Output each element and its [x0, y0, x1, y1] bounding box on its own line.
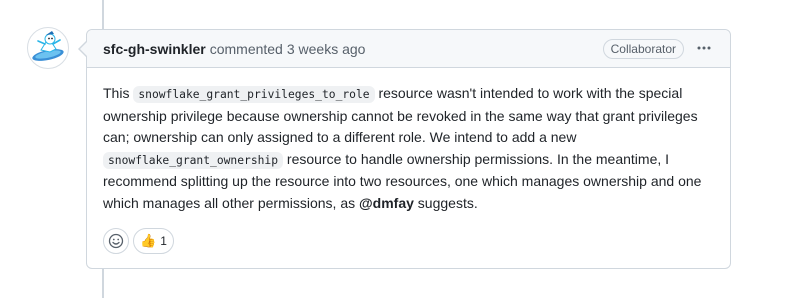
kebab-horizontal-icon[interactable]: [696, 40, 712, 58]
user-mention[interactable]: @dmfay: [359, 195, 414, 211]
comment-caret-inner: [80, 42, 87, 56]
inline-code: snowflake_grant_privileges_to_role: [133, 86, 375, 103]
avatar[interactable]: [27, 27, 69, 69]
comment-box: sfc-gh-swinkler commented 3 weeks ago Co…: [86, 29, 731, 269]
more-options-icon: [697, 46, 711, 49]
thumbs-up-icon: 👍: [140, 233, 157, 248]
thumbs-up-reaction-button[interactable]: 👍 1: [133, 228, 174, 254]
reaction-count: 1: [160, 234, 167, 248]
role-badge: Collaborator: [602, 38, 684, 59]
header-actions: Collaborator: [602, 38, 714, 59]
comment-timestamp[interactable]: 3 weeks ago: [287, 41, 366, 57]
comment-action: commented: [209, 40, 283, 57]
snowflake-mascot-icon: [32, 31, 64, 61]
inline-code: snowflake_grant_ownership: [103, 151, 284, 169]
body-text: This: [103, 85, 134, 101]
author-link[interactable]: sfc-gh-swinkler: [103, 41, 206, 57]
smiley-icon: [108, 233, 124, 249]
add-reaction-button[interactable]: [103, 228, 129, 254]
comment-paragraph: This snowflake_grant_privileges_to_role …: [103, 83, 714, 214]
comment-body: This snowflake_grant_privileges_to_role …: [87, 68, 730, 214]
comment-header: sfc-gh-swinkler commented 3 weeks ago Co…: [87, 30, 730, 68]
reactions-bar: 👍 1: [103, 228, 174, 254]
body-text: suggests.: [413, 194, 478, 211]
